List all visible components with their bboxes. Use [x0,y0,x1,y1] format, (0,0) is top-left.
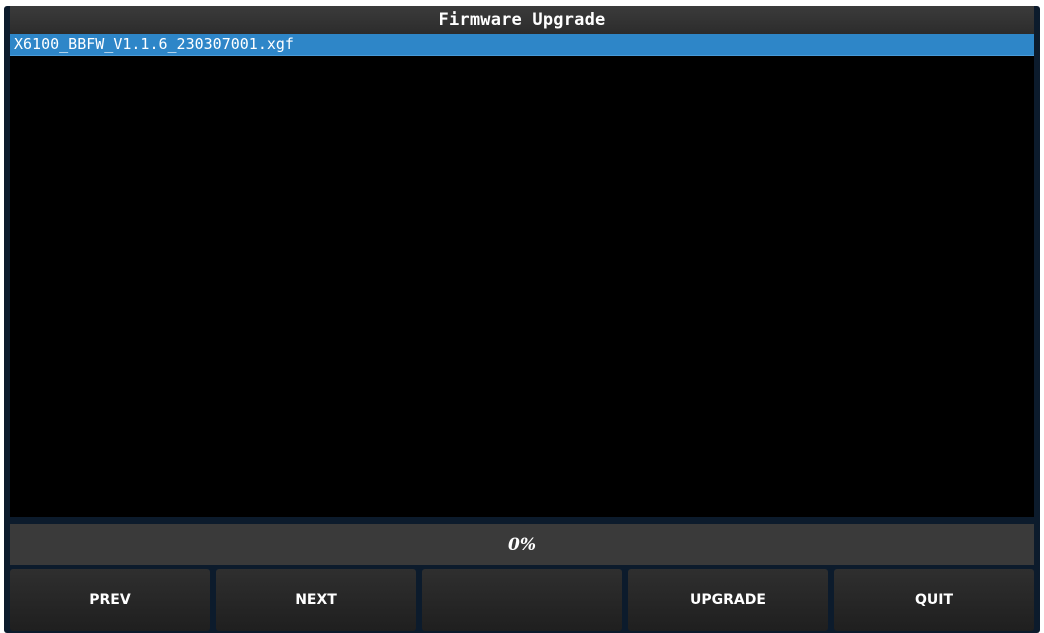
progress-label: 0% [508,534,536,555]
progress-bar: 0% [10,524,1034,565]
button-bar: PREV NEXT UPGRADE QUIT [10,569,1034,631]
window-title: Firmware Upgrade [10,6,1034,34]
quit-button[interactable]: QUIT [834,569,1034,631]
prev-button[interactable]: PREV [10,569,210,631]
file-list-item[interactable]: X6100_BBFW_V1.1.6_230307001.xgf [10,34,1034,56]
file-list[interactable]: X6100_BBFW_V1.1.6_230307001.xgf [10,34,1034,517]
next-button[interactable]: NEXT [216,569,416,631]
device-screen: Firmware Upgrade X6100_BBFW_V1.1.6_23030… [4,6,1040,633]
window-title-text: Firmware Upgrade [438,10,606,30]
empty-button[interactable] [422,569,622,631]
upgrade-button[interactable]: UPGRADE [628,569,828,631]
